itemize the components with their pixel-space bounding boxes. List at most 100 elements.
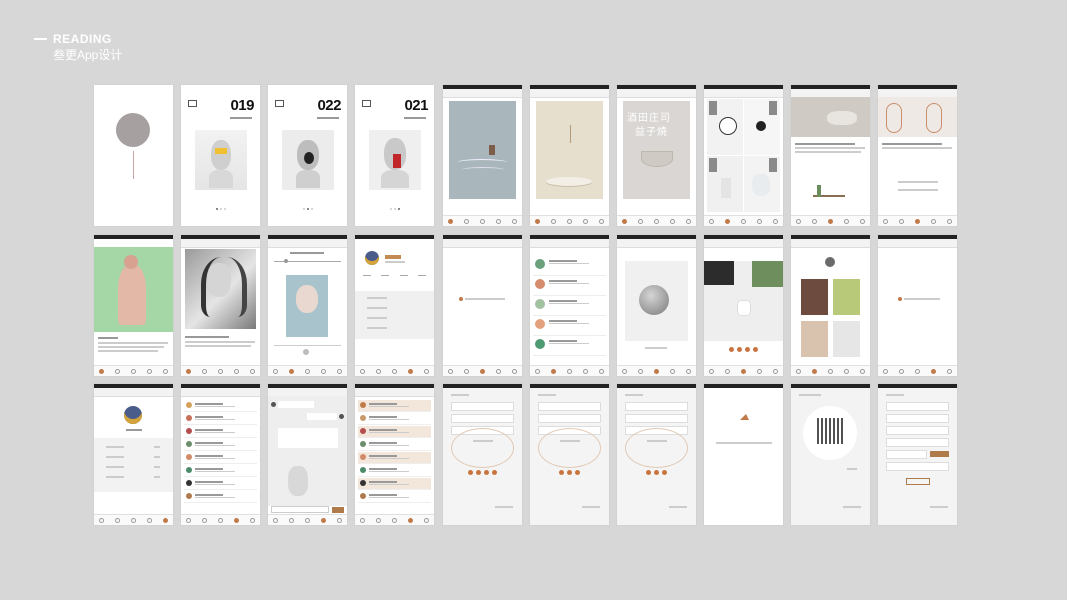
verify-code-field[interactable] (886, 450, 927, 459)
topic-tile[interactable] (744, 99, 780, 155)
tab-bar[interactable] (443, 215, 522, 226)
confirm-field[interactable] (886, 438, 949, 447)
list-item[interactable] (358, 452, 431, 464)
screen-profile-menu[interactable] (355, 235, 434, 376)
list-item[interactable] (184, 400, 257, 412)
list-item[interactable] (184, 426, 257, 438)
tab-bar[interactable] (878, 365, 957, 376)
screen-empty-state[interactable] (443, 235, 522, 376)
phone-field[interactable] (538, 402, 601, 411)
play-icon[interactable] (303, 349, 309, 355)
screen-feature-portrait[interactable] (181, 235, 260, 376)
code-field[interactable] (625, 414, 688, 423)
screen-poster-plate[interactable] (530, 85, 609, 226)
list-item[interactable] (358, 465, 431, 477)
tab-bar[interactable] (530, 215, 609, 226)
tab-bar[interactable] (94, 365, 173, 376)
tab-bar[interactable] (268, 365, 347, 376)
screen-feature-green[interactable] (94, 235, 173, 376)
list-item[interactable] (184, 491, 257, 503)
screen-qr-code[interactable] (791, 384, 870, 525)
poster-image[interactable] (536, 101, 603, 199)
tab-bar[interactable] (617, 365, 696, 376)
list-item[interactable] (184, 478, 257, 490)
tab-bar[interactable] (443, 365, 522, 376)
tab-bar[interactable] (355, 365, 434, 376)
page-dots[interactable] (181, 208, 260, 210)
screen-splash[interactable] (94, 85, 173, 226)
tab-bar[interactable] (617, 215, 696, 226)
screen-issue-019[interactable]: 019 (181, 85, 260, 226)
send-button[interactable] (332, 507, 344, 513)
account-field[interactable] (625, 402, 688, 411)
list-item[interactable] (358, 491, 431, 503)
poster-image[interactable] (449, 101, 516, 199)
screen-sent-confirmation[interactable] (704, 384, 783, 525)
gallery-tile[interactable] (833, 321, 860, 357)
chat-input[interactable] (271, 506, 329, 513)
screen-issue-022[interactable]: 022 (268, 85, 347, 226)
detail-image[interactable] (625, 261, 688, 341)
screen-gallery[interactable] (791, 235, 870, 376)
list-item[interactable] (533, 277, 606, 296)
screen-article-lamp[interactable] (878, 85, 957, 226)
poster-image[interactable]: 酒田庄司 益子燒 (623, 101, 690, 199)
screen-issue-021[interactable]: 021 (355, 85, 434, 226)
tab-bar[interactable] (530, 365, 609, 376)
tab-bar[interactable] (791, 365, 870, 376)
article-image[interactable] (791, 97, 870, 137)
social-login-icons[interactable] (530, 470, 609, 475)
tab-bar[interactable] (704, 365, 783, 376)
tab-bar[interactable] (355, 514, 434, 525)
screen-desk-photo[interactable] (704, 235, 783, 376)
list-item[interactable] (358, 413, 431, 425)
gallery-tile[interactable] (801, 321, 828, 357)
social-login-icons[interactable] (617, 470, 696, 475)
submit-button[interactable] (906, 478, 930, 485)
issue-cover-image[interactable] (195, 130, 247, 190)
tab-bar[interactable] (181, 514, 260, 525)
page-dots[interactable] (355, 208, 434, 210)
list-item[interactable] (533, 297, 606, 316)
screen-poster-bowl[interactable]: 酒田庄司 益子燒 (617, 85, 696, 226)
screen-audio-player[interactable] (268, 235, 347, 376)
screen-notifications[interactable] (355, 384, 434, 525)
gallery-tile[interactable] (833, 279, 860, 315)
code-field[interactable] (538, 414, 601, 423)
issue-cover-image[interactable] (282, 130, 334, 190)
audio-cover[interactable] (286, 275, 328, 337)
detail-image[interactable] (704, 261, 783, 341)
list-item[interactable] (184, 465, 257, 477)
screen-settings[interactable] (94, 384, 173, 525)
screen-topic-grid[interactable] (704, 85, 783, 226)
tab-bar[interactable] (181, 365, 260, 376)
avatar[interactable] (365, 251, 379, 265)
screen-comment-list[interactable] (530, 235, 609, 376)
gallery-tile[interactable] (801, 279, 828, 315)
social-login-icons[interactable] (443, 470, 522, 475)
topic-tile[interactable] (707, 156, 743, 212)
password-field[interactable] (886, 426, 949, 435)
list-item[interactable] (184, 439, 257, 451)
list-item[interactable] (358, 439, 431, 451)
screen-article-sculpture[interactable] (791, 85, 870, 226)
nickname-field[interactable] (886, 402, 949, 411)
list-item[interactable] (184, 452, 257, 464)
list-item[interactable] (358, 478, 431, 490)
tab-bar[interactable] (704, 215, 783, 226)
tab-bar[interactable] (94, 514, 173, 525)
feature-image[interactable] (94, 247, 173, 332)
article-image-2[interactable] (803, 181, 857, 207)
list-item[interactable] (358, 426, 431, 438)
screen-register[interactable] (530, 384, 609, 525)
list-item[interactable] (533, 337, 606, 356)
feature-image[interactable] (185, 249, 256, 329)
screen-empty-state-2[interactable] (878, 235, 957, 376)
password-field[interactable] (451, 414, 514, 423)
username-field[interactable] (451, 402, 514, 411)
list-item[interactable] (184, 413, 257, 425)
tab-bar[interactable] (268, 514, 347, 525)
invite-field[interactable] (886, 462, 949, 471)
tab-bar[interactable] (878, 215, 957, 226)
article-image[interactable] (878, 97, 957, 137)
